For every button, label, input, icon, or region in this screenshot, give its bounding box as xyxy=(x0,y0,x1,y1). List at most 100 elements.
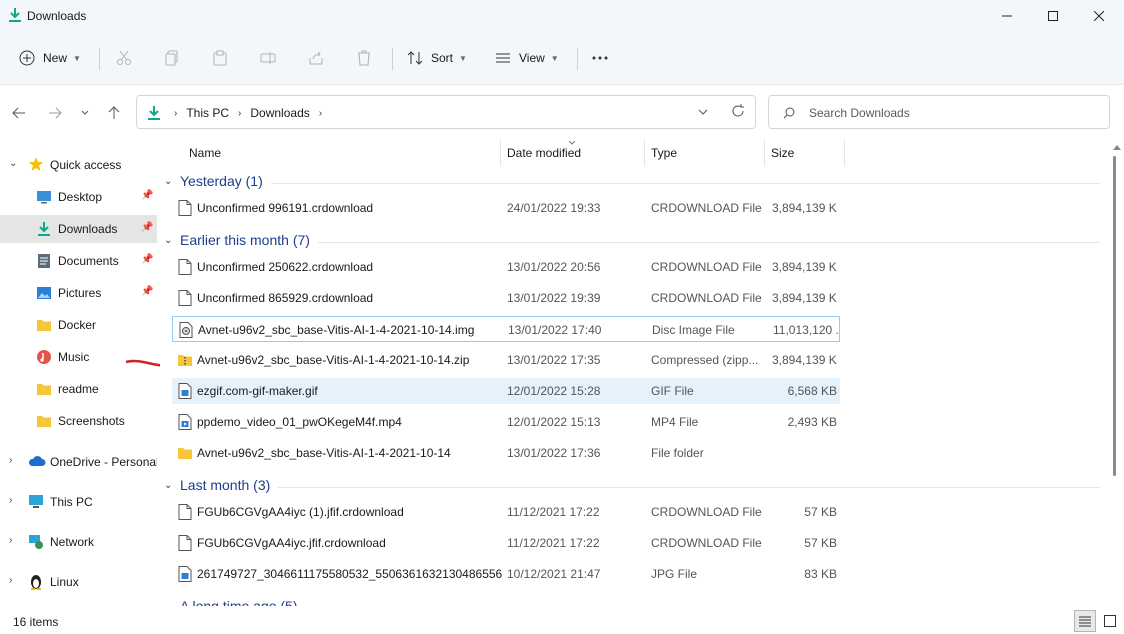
vertical-scrollbar[interactable] xyxy=(1110,140,1124,606)
chevron-right-icon: › xyxy=(9,575,13,586)
search-input[interactable]: Search Downloads xyxy=(768,95,1110,129)
file-row[interactable]: FGUb6CGVgAA4iyc.jfif.crdownload 11/12/202… xyxy=(172,530,840,556)
breadcrumb-this-pc[interactable]: This PC xyxy=(186,106,229,120)
address-history-button[interactable] xyxy=(697,106,709,120)
sidebar-item-network[interactable]: › Network xyxy=(0,528,157,556)
up-button[interactable] xyxy=(103,102,125,124)
group-header[interactable]: ⌄A long time ago (5) xyxy=(160,597,1110,606)
navigation-bar: › This PC › Downloads › Search Downloads xyxy=(0,85,1124,139)
group-header[interactable]: ⌄ Yesterday (1) xyxy=(160,172,1110,194)
sidebar-label: This PC xyxy=(50,495,93,509)
delete-button[interactable] xyxy=(356,44,372,72)
scrollbar-thumb[interactable] xyxy=(1113,156,1116,476)
details-view-button[interactable] xyxy=(1074,610,1096,632)
column-divider[interactable] xyxy=(844,140,845,166)
sidebar-item-screenshots[interactable]: Screenshots xyxy=(0,407,157,435)
file-row[interactable]: FGUb6CGVgAA4iyc (1).jfif.crdownload 11/12… xyxy=(172,499,840,525)
plus-circle-icon xyxy=(19,50,35,66)
sidebar-item-quick-access[interactable]: ⌄ Quick access xyxy=(0,151,157,179)
sidebar-item-readme[interactable]: readme xyxy=(0,375,157,403)
group-title: Yesterday (1) xyxy=(180,173,263,189)
file-row[interactable]: ezgif.com-gif-maker.gif 12/01/2022 15:28 G… xyxy=(172,378,840,404)
close-button[interactable] xyxy=(1076,0,1122,32)
file-icon xyxy=(178,535,192,551)
zip-folder-icon xyxy=(178,355,192,366)
pin-icon: 📌 xyxy=(141,254,154,265)
file-type: CRDOWNLOAD File xyxy=(651,291,762,305)
column-divider[interactable] xyxy=(644,140,645,166)
file-row[interactable]: Unconfirmed 996191.crdownload 24/01/2022 … xyxy=(172,195,840,221)
column-divider[interactable] xyxy=(764,140,765,166)
pictures-icon xyxy=(37,287,51,299)
sidebar-item-desktop[interactable]: Desktop 📌 xyxy=(0,183,157,211)
sidebar-item-documents[interactable]: Documents 📌 xyxy=(0,247,157,275)
sidebar-item-linux[interactable]: › Linux xyxy=(0,568,157,596)
file-icon xyxy=(178,504,192,520)
share-button[interactable] xyxy=(308,44,324,72)
paste-button[interactable] xyxy=(212,44,228,72)
chevron-right-icon: › xyxy=(9,455,13,466)
sidebar-item-pictures[interactable]: Pictures 📌 xyxy=(0,279,157,307)
minimize-button[interactable] xyxy=(984,0,1030,32)
sidebar-item-this-pc[interactable]: › This PC xyxy=(0,488,157,516)
sidebar-label: Linux xyxy=(50,575,79,589)
column-header-type[interactable]: Type xyxy=(651,140,677,166)
group-header[interactable]: ⌄ Last month (3) xyxy=(160,476,1110,498)
maximize-icon xyxy=(1048,11,1058,21)
downloads-icon xyxy=(148,106,160,120)
chevron-right-icon: › xyxy=(174,107,178,119)
view-button[interactable]: View ▼ xyxy=(495,44,559,72)
address-bar[interactable]: › This PC › Downloads › xyxy=(136,95,756,129)
file-row[interactable]: Avnet-u96v2_sbc_base-Vitis-AI-1-4-2021-1… xyxy=(172,347,840,373)
back-button[interactable] xyxy=(8,102,30,124)
close-icon xyxy=(1094,11,1104,21)
minimize-icon xyxy=(1002,15,1012,17)
column-header-name[interactable]: Name xyxy=(189,140,221,166)
column-divider[interactable] xyxy=(500,140,501,166)
more-options-button[interactable] xyxy=(591,44,609,72)
recent-locations-button[interactable] xyxy=(74,102,96,124)
share-icon xyxy=(309,51,323,65)
column-header-size[interactable]: Size xyxy=(771,140,794,166)
file-row[interactable]: Unconfirmed 865929.crdownload 13/01/2022 … xyxy=(172,285,840,311)
sidebar-item-docker[interactable]: Docker xyxy=(0,311,157,339)
file-size: 57 KB xyxy=(804,536,837,550)
sidebar-item-downloads[interactable]: Downloads 📌 xyxy=(0,215,157,243)
file-type: CRDOWNLOAD File xyxy=(651,536,762,550)
file-row[interactable]: 261749727_3046611175580532_5506361632130… xyxy=(172,561,840,587)
title-bar: Downloads xyxy=(0,0,1124,32)
maximize-button[interactable] xyxy=(1030,0,1076,32)
file-name: Unconfirmed 250622.crdownload xyxy=(197,260,374,274)
sidebar-label: Network xyxy=(50,535,95,549)
file-name: Avnet-u96v2_sbc_base-Vitis-AI-1-4-2021-1… xyxy=(197,446,451,460)
sidebar-item-onedrive[interactable]: › OneDrive - Personal xyxy=(0,448,157,476)
item-count: 16 items xyxy=(13,615,59,629)
group-header[interactable]: ⌄ Earlier this month (7) xyxy=(160,231,1110,253)
chevron-down-icon: ⌄ xyxy=(9,158,18,169)
sidebar-label: Screenshots xyxy=(58,414,125,428)
command-bar: New ▼ Sort ▼ View ▼ xyxy=(0,32,1124,85)
sort-button[interactable]: Sort ▼ xyxy=(407,44,467,72)
file-row[interactable]: Avnet-u96v2_sbc_base-Vitis-AI-1-4-2021-1… xyxy=(172,316,840,342)
file-date: 12/01/2022 15:28 xyxy=(507,384,601,398)
file-name: FGUb6CGVgAA4iyc (1).jfif.crdownload xyxy=(197,505,404,519)
tiles-view-button[interactable] xyxy=(1099,610,1121,632)
file-row[interactable]: Avnet-u96v2_sbc_base-Vitis-AI-1-4-2021-1… xyxy=(172,440,840,466)
file-name: ezgif.com-gif-maker.gif xyxy=(197,384,318,398)
file-row[interactable]: Unconfirmed 250622.crdownload 13/01/2022 … xyxy=(172,254,840,280)
group-divider xyxy=(318,242,1100,243)
group-title: Earlier this month (7) xyxy=(180,232,310,248)
copy-button[interactable] xyxy=(164,44,180,72)
cut-button[interactable] xyxy=(116,44,132,72)
file-name: Unconfirmed 865929.crdownload xyxy=(197,291,374,305)
copy-icon xyxy=(165,50,178,66)
refresh-button[interactable] xyxy=(731,104,745,121)
sidebar-label: Docker xyxy=(58,318,97,332)
breadcrumb-downloads[interactable]: Downloads xyxy=(250,106,309,120)
new-label: New xyxy=(43,51,68,65)
new-button[interactable]: New ▼ xyxy=(19,44,81,72)
file-row[interactable]: ppdemo_video_01_pwOKegeM4f.mp4 12/01/2022… xyxy=(172,409,840,435)
pin-icon: 📌 xyxy=(141,286,154,297)
rename-button[interactable] xyxy=(260,44,276,72)
forward-button[interactable] xyxy=(44,102,66,124)
